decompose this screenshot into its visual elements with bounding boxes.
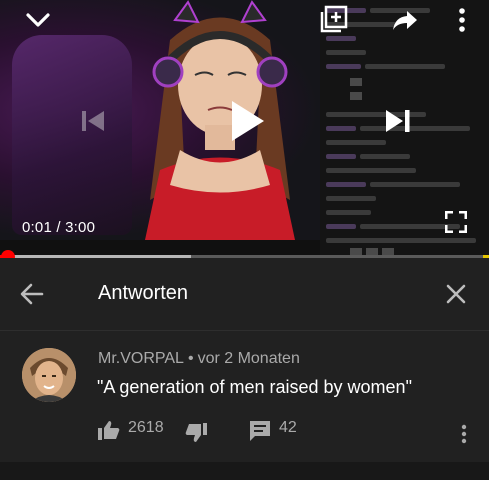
current-time: 0:01 (22, 219, 52, 236)
dislike-button[interactable] (183, 420, 209, 446)
minimize-button[interactable] (24, 6, 52, 34)
like-count: 2618 (128, 419, 164, 436)
replies-header: Antworten (0, 258, 489, 331)
playlist-add-icon (320, 5, 348, 33)
comment-age: vor 2 Monaten (197, 350, 300, 367)
add-to-playlist-button[interactable] (318, 3, 350, 35)
comment-icon (250, 421, 270, 441)
comment-author[interactable]: Mr.VORPAL (98, 350, 184, 367)
back-button[interactable] (18, 280, 46, 308)
next-video-button[interactable] (382, 105, 414, 137)
skip-previous-icon (82, 111, 104, 131)
meta-separator: • (187, 350, 194, 367)
user-avatar-image (22, 348, 76, 402)
chevron-down-icon (26, 13, 50, 27)
reply-count: 42 (279, 419, 297, 436)
vertical-dots-icon (461, 424, 467, 444)
close-icon (446, 284, 466, 304)
comment-thread-item: Mr.VORPAL • vor 2 Monaten "A generation of… (0, 331, 489, 480)
page-title: Antworten (98, 282, 189, 304)
like-button[interactable] (96, 417, 122, 443)
close-button[interactable] (442, 280, 470, 308)
thumbs-up-icon (98, 421, 120, 440)
comment-meta: Mr.VORPAL • vor 2 Monaten (98, 350, 300, 368)
time-separator: / (56, 219, 61, 236)
bottom-divider (0, 462, 489, 480)
video-duration: 3:00 (65, 219, 96, 236)
video-drawing (145, 0, 295, 240)
video-player[interactable]: 0:01 / 3:00 (0, 0, 489, 257)
playback-time: 0:01 / 3:00 (22, 219, 95, 236)
comment-text: "A generation of men raised by women" (97, 377, 412, 397)
comment-options-button[interactable] (455, 421, 473, 447)
thumbs-down-icon (185, 423, 207, 442)
avatar[interactable] (22, 348, 76, 402)
share-arrow-icon (393, 11, 417, 30)
vertical-dots-icon (459, 8, 465, 32)
skip-next-icon (386, 110, 410, 132)
gaming-chair-background (12, 35, 132, 235)
previous-video-button[interactable] (78, 106, 108, 136)
reply-button[interactable] (247, 418, 273, 444)
play-icon (232, 101, 264, 141)
fullscreen-icon (445, 211, 467, 233)
share-button[interactable] (390, 6, 420, 34)
more-options-button[interactable] (452, 6, 472, 34)
arrow-left-icon (20, 283, 44, 305)
replies-panel: Antworten Mr.VORPAL • vor 2 Monaten "A gen… (0, 258, 489, 480)
video-frame (0, 0, 320, 240)
play-button[interactable] (222, 96, 272, 146)
fullscreen-button[interactable] (442, 208, 470, 236)
